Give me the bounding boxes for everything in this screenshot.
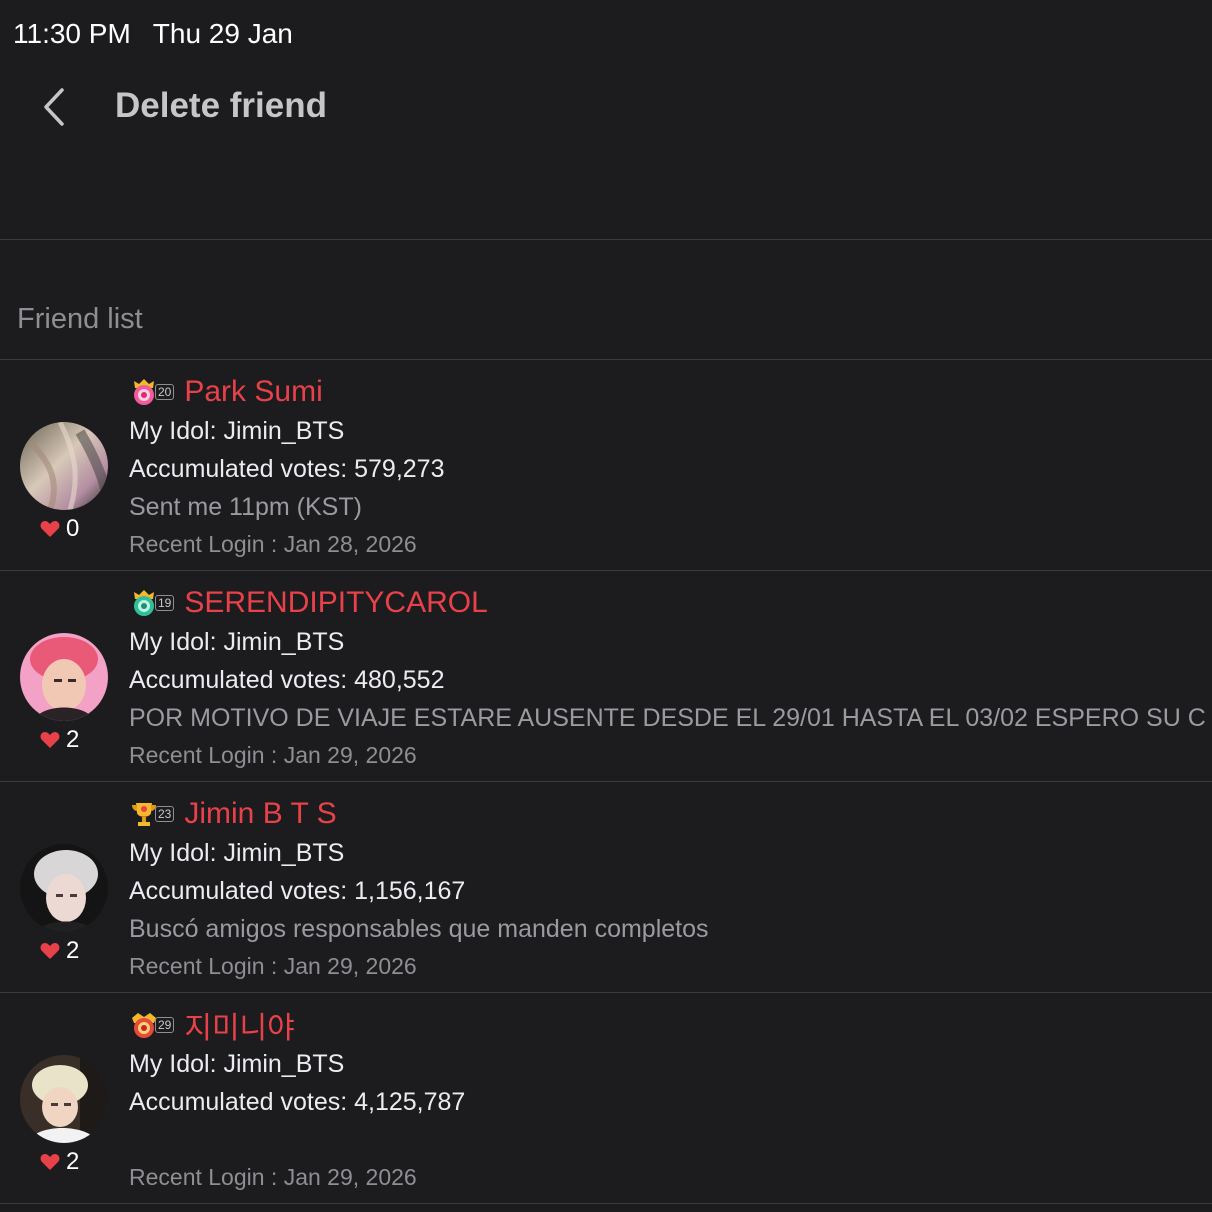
friend-message: Sent me 11pm (KST)	[129, 493, 362, 521]
status-date: Thu 29 Jan	[152, 18, 293, 49]
friend-votes: Accumulated votes: 4,125,787	[129, 1088, 466, 1116]
heart-icon	[40, 732, 60, 748]
friend-info: 19 SERENDIPITYCAROL My Idol: Jimin_BTS A…	[129, 583, 1212, 774]
friend-idol: My Idol: Jimin_BTS	[129, 628, 345, 656]
status-bar: 11:30 PM Thu 29 Jan	[13, 14, 293, 54]
page-title: Delete friend	[115, 86, 327, 125]
friend-login: Recent Login : Jan 28, 2026	[129, 531, 417, 557]
friend-idol: My Idol: Jimin_BTS	[129, 417, 345, 445]
likes-value: 2	[66, 726, 80, 753]
friend-info: 23 Jimin B T S My Idol: Jimin_BTS Accumu…	[129, 794, 1212, 985]
friend-name: 지미니야	[184, 1012, 295, 1045]
friend-login: Recent Login : Jan 29, 2026	[129, 742, 417, 768]
chevron-left-icon	[44, 88, 64, 126]
back-button[interactable]	[36, 84, 76, 130]
friend-message	[129, 1121, 1212, 1159]
section-header: Friend list	[17, 303, 143, 335]
friend-votes: Accumulated votes: 480,552	[129, 666, 445, 694]
friend-votes: Accumulated votes: 1,156,167	[129, 877, 466, 905]
likes-value: 2	[66, 1148, 80, 1175]
level-number: 20	[155, 384, 175, 400]
heart-icon	[40, 1154, 60, 1170]
divider	[0, 239, 1212, 240]
avatar[interactable]	[20, 633, 108, 721]
avatar[interactable]	[20, 1055, 108, 1143]
avatar[interactable]	[20, 844, 108, 932]
friend-row[interactable]: 2 29 지미니야 My Idol: Jimin_BTS Accumulated…	[0, 992, 1212, 1204]
level-badge: 20	[129, 377, 175, 407]
avatar[interactable]	[20, 422, 108, 510]
heart-icon	[40, 943, 60, 959]
friend-name: Jimin B T S	[184, 797, 337, 830]
friend-message: Buscó amigos responsables que manden com…	[129, 915, 709, 943]
friend-info: 20 Park Sumi My Idol: Jimin_BTS Accumula…	[129, 372, 1212, 563]
level-badge: 29	[129, 1010, 175, 1040]
friend-info: 29 지미니야 My Idol: Jimin_BTS Accumulated v…	[129, 1005, 1212, 1196]
friend-name: Park Sumi	[184, 375, 323, 408]
level-number: 29	[155, 1017, 175, 1033]
friend-row[interactable]: 2 19 SERENDIPITYCAROL My Idol: Jimin_BTS…	[0, 570, 1212, 781]
likes-count: 2	[40, 726, 79, 754]
friend-message: POR MOTIVO DE VIAJE ESTARE AUSENTE DESDE…	[129, 704, 1206, 732]
level-number: 19	[155, 595, 175, 611]
level-number: 23	[155, 806, 175, 822]
friend-login: Recent Login : Jan 29, 2026	[129, 953, 417, 979]
friend-idol: My Idol: Jimin_BTS	[129, 839, 345, 867]
status-time: 11:30 PM	[13, 18, 131, 49]
likes-count: 2	[40, 937, 79, 965]
friend-list: 0 20 Park Sumi My Idol: Jimin_BTS Accumu…	[0, 359, 1212, 1204]
friend-login: Recent Login : Jan 29, 2026	[129, 1164, 417, 1190]
likes-count: 0	[40, 515, 79, 543]
heart-icon	[40, 521, 60, 537]
level-badge: 23	[129, 799, 175, 829]
level-badge: 19	[129, 588, 175, 618]
friend-row[interactable]: 0 20 Park Sumi My Idol: Jimin_BTS Accumu…	[0, 359, 1212, 570]
likes-value: 2	[66, 937, 80, 964]
likes-count: 2	[40, 1148, 79, 1176]
friend-name: SERENDIPITYCAROL	[184, 586, 488, 619]
friend-row[interactable]: 2 23 Jimin B T S My Idol: Jimin_BTS Accu…	[0, 781, 1212, 992]
friend-votes: Accumulated votes: 579,273	[129, 455, 445, 483]
navigation-bar: Delete friend	[0, 72, 1212, 144]
friend-idol: My Idol: Jimin_BTS	[129, 1050, 345, 1078]
likes-value: 0	[66, 515, 80, 542]
